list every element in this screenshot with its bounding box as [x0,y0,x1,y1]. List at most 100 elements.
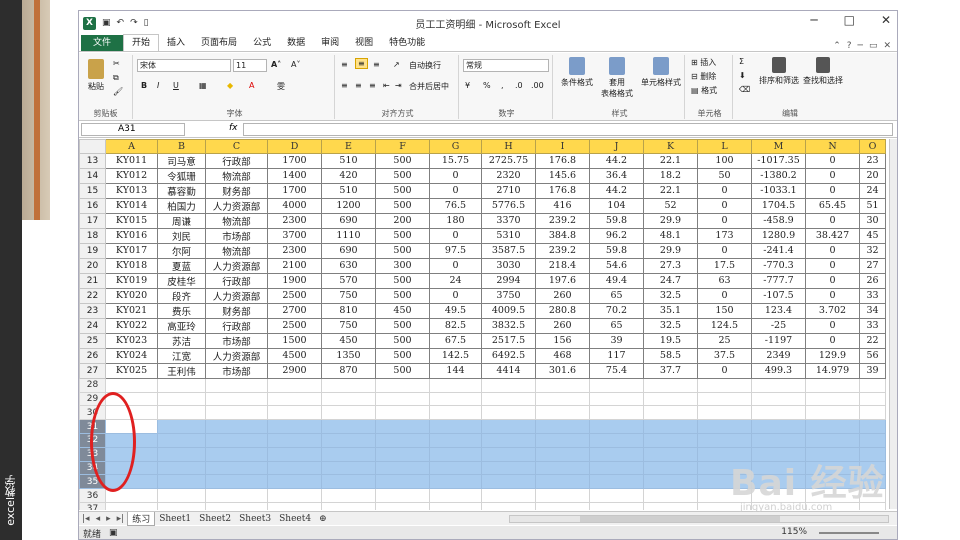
cell[interactable]: 0 [805,257,860,274]
cell[interactable] [375,460,430,476]
cell[interactable] [643,432,698,448]
cell[interactable]: 142.5 [429,347,482,364]
cell[interactable]: 2725.75 [481,152,536,169]
cell[interactable]: 197.6 [535,272,590,289]
cell[interactable]: 柏国力 [157,197,206,214]
cell[interactable] [267,405,322,421]
cell[interactable] [429,474,482,490]
next-sheet-icon[interactable]: ▸ [103,514,114,524]
tab-file[interactable]: 文件 [81,35,124,51]
cell[interactable] [643,474,698,490]
cell[interactable]: KY024 [105,347,158,364]
cell[interactable]: 人力资源部 [205,347,268,364]
cell[interactable] [589,460,644,476]
cell[interactable]: 32.5 [643,287,698,304]
cell[interactable] [375,488,430,503]
select-all-corner[interactable] [79,139,106,154]
cell[interactable]: KY012 [105,167,158,184]
close-button[interactable]: ✕ [881,13,891,27]
cell[interactable]: 500 [375,317,430,334]
cell[interactable]: 0 [429,182,482,199]
align-right-icon[interactable]: ≡ [369,81,376,90]
cell[interactable] [205,460,268,476]
cell[interactable] [429,405,482,421]
row-header[interactable]: 22 [79,287,106,304]
column-header-h[interactable]: H [481,139,536,154]
cell[interactable] [535,488,590,503]
tab-home[interactable]: 开始 [123,34,160,51]
doc-restore-icon[interactable]: ▭ [869,41,878,51]
cell[interactable] [267,419,322,434]
cell[interactable] [535,446,590,462]
cell[interactable] [267,460,322,476]
column-header-d[interactable]: D [267,139,322,154]
cell[interactable]: 3370 [481,212,536,229]
zoom-slider[interactable] [819,532,879,534]
cell[interactable] [105,501,158,510]
cell[interactable]: 124.5 [697,317,752,334]
cell[interactable]: 58.5 [643,347,698,364]
shrink-font-button[interactable]: A˅ [291,60,300,69]
cell[interactable]: 150 [697,302,752,319]
cell[interactable] [751,432,806,448]
cell[interactable]: 0 [805,272,860,289]
cell[interactable]: KY011 [105,152,158,169]
decrease-indent-icon[interactable]: ⇤ [383,81,390,90]
cell[interactable]: 0 [805,317,860,334]
cell[interactable]: 行政部 [205,317,268,334]
cell[interactable]: 4009.5 [481,302,536,319]
cell[interactable]: KY015 [105,212,158,229]
cell[interactable] [321,391,376,407]
cell[interactable] [589,501,644,510]
cell[interactable] [429,488,482,503]
copy-icon[interactable]: ⧉ [113,73,119,83]
cell[interactable] [859,432,886,448]
increase-indent-icon[interactable]: ⇥ [395,81,402,90]
cell[interactable]: 37.7 [643,362,698,379]
cell[interactable]: 27 [859,257,886,274]
format-cells-button[interactable]: ▤ 格式 [691,85,717,96]
cell[interactable]: KY016 [105,227,158,244]
cell[interactable]: 刘民 [157,227,206,244]
cell[interactable]: 500 [375,182,430,199]
cell[interactable]: -458.9 [751,212,806,229]
cell[interactable] [859,377,886,393]
font-name-combo[interactable]: 宋体 [137,59,231,72]
cell[interactable]: 29.9 [643,242,698,259]
cell[interactable] [535,460,590,476]
cell[interactable]: 人力资源部 [205,257,268,274]
cell[interactable] [321,460,376,476]
column-header-f[interactable]: F [375,139,430,154]
conditional-format-button[interactable]: 条件格式 [559,57,595,88]
cell[interactable]: 3700 [267,227,322,244]
cell[interactable] [589,432,644,448]
cell[interactable]: 2700 [267,302,322,319]
cell[interactable]: 96.2 [589,227,644,244]
cell[interactable]: 630 [321,257,376,274]
cell[interactable] [205,391,268,407]
tab-insert[interactable]: 插入 [159,35,193,51]
row-header[interactable]: 25 [79,332,106,349]
cell[interactable] [375,474,430,490]
cell[interactable]: 2300 [267,242,322,259]
cell[interactable] [267,446,322,462]
cell[interactable] [805,405,860,421]
cell[interactable]: 0 [697,182,752,199]
row-header[interactable]: 18 [79,227,106,244]
align-center-icon[interactable]: ≡ [355,81,362,90]
cell[interactable]: 260 [535,317,590,334]
cell[interactable]: 王利伟 [157,362,206,379]
row-header[interactable]: 14 [79,167,106,184]
cell[interactable] [157,446,206,462]
cell[interactable]: KY023 [105,332,158,349]
cell[interactable]: 0 [805,152,860,169]
cell[interactable] [267,501,322,510]
cell[interactable]: 令狐珊 [157,167,206,184]
cell[interactable]: 33 [859,317,886,334]
cell[interactable]: 1400 [267,167,322,184]
cell[interactable]: 500 [375,227,430,244]
cell[interactable] [157,501,206,510]
cell[interactable]: 23 [859,152,886,169]
cell[interactable] [321,419,376,434]
cell[interactable] [375,446,430,462]
